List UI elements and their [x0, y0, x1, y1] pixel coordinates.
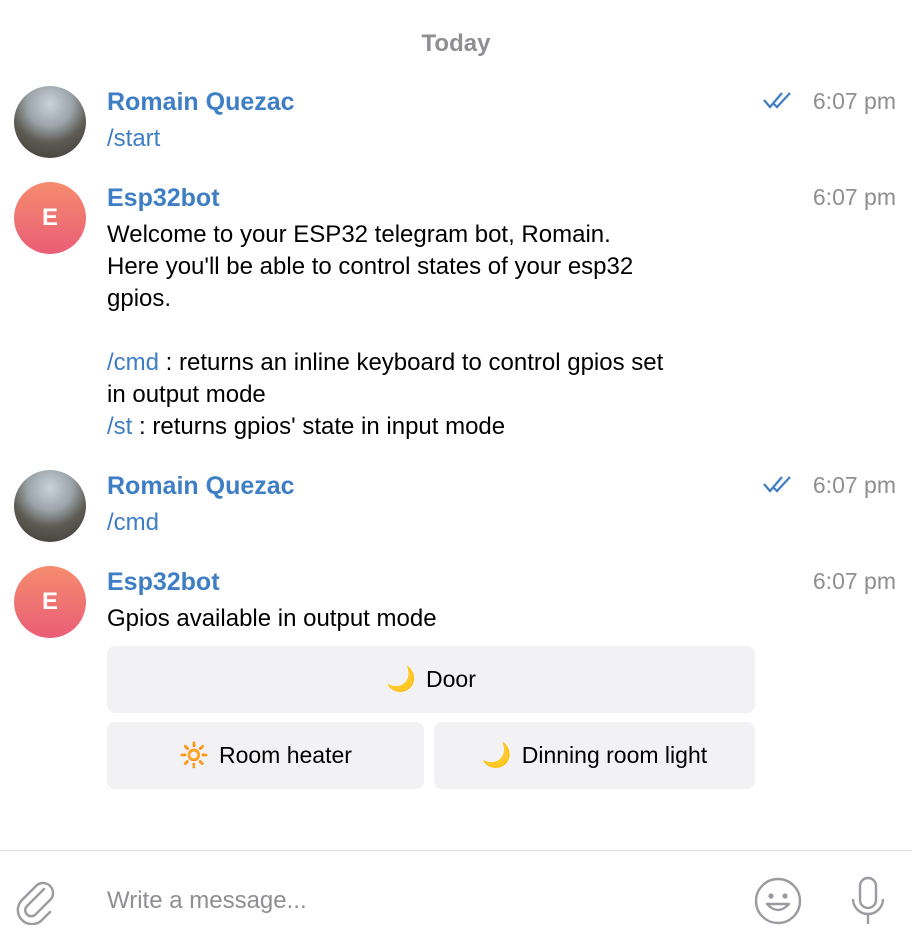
message-text[interactable]: /cmd	[107, 507, 767, 539]
message-line: Welcome to your ESP32 telegram bot, Roma…	[107, 221, 611, 248]
command-link-st[interactable]: /st	[107, 413, 132, 440]
sender-name[interactable]: Romain Quezac	[107, 88, 295, 117]
date-separator: Today	[421, 30, 491, 57]
button-label: Room heater	[218, 742, 352, 768]
message-time: 6:07 pm	[812, 568, 896, 594]
moon-icon: 🌙	[481, 742, 512, 769]
message-text[interactable]: /start	[107, 123, 767, 155]
sender-name[interactable]: Esp32bot	[107, 184, 220, 213]
message-text: Welcome to your ESP32 telegram bot, Roma…	[107, 219, 767, 443]
button-label: Dinning room light	[521, 742, 708, 768]
command-desc: in output mode	[107, 381, 266, 408]
attachment-icon[interactable]	[14, 877, 58, 925]
command-desc: : returns an inline keyboard to control …	[159, 349, 664, 376]
user-avatar[interactable]	[14, 470, 86, 542]
read-check-icon	[763, 92, 791, 109]
moon-icon: 🌙	[386, 666, 417, 693]
bot-avatar[interactable]: E	[14, 566, 86, 638]
message-line: Here you'll be able to control states of…	[107, 253, 634, 280]
composer-bar: Write a message...	[0, 850, 912, 943]
command-link-cmd[interactable]: /cmd	[107, 349, 159, 376]
sun-icon: 🔆	[179, 742, 209, 769]
keyboard-button-door[interactable]: 🌙 Door	[107, 646, 755, 713]
message-time: 6:07 pm	[812, 184, 896, 210]
emoji-icon[interactable]	[753, 876, 803, 926]
message-text: Gpios available in output mode	[107, 605, 437, 632]
keyboard-button-room-heater[interactable]: 🔆 Room heater	[107, 722, 424, 789]
bot-avatar[interactable]: E	[14, 182, 86, 254]
microphone-icon[interactable]	[848, 875, 888, 927]
command-desc: : returns gpios' state in input mode	[132, 413, 506, 440]
message-time: 6:07 pm	[812, 472, 896, 498]
message-time: 6:07 pm	[812, 88, 896, 114]
keyboard-button-dinning-room-light[interactable]: 🌙 Dinning room light	[434, 722, 755, 789]
sender-name[interactable]: Esp32bot	[107, 568, 220, 597]
button-label: Door	[426, 666, 476, 692]
sender-name[interactable]: Romain Quezac	[107, 472, 295, 501]
message-input[interactable]: Write a message...	[107, 887, 307, 915]
message-line: gpios.	[107, 285, 172, 312]
read-check-icon	[763, 476, 791, 493]
user-avatar[interactable]	[14, 86, 86, 158]
